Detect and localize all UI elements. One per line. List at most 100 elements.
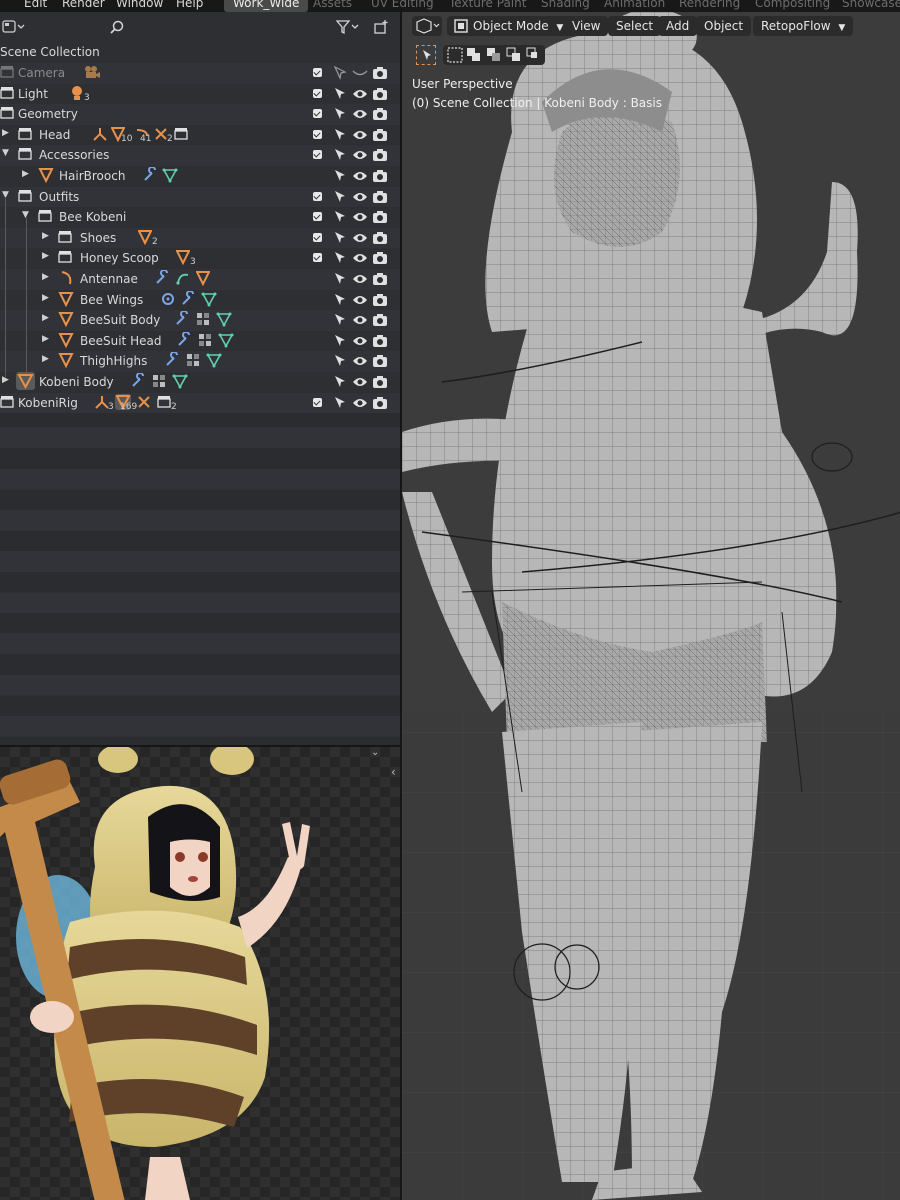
select-arrow-icon[interactable] xyxy=(333,169,347,186)
outliner-row-outfits[interactable]: ▼ Outfits xyxy=(0,186,400,208)
outliner-row-light[interactable]: Light 3 xyxy=(0,84,400,105)
outliner-row-bee-wings[interactable]: ▶ Bee Wings xyxy=(0,289,400,311)
exclude-checkbox[interactable] xyxy=(313,397,322,407)
eye-icon[interactable] xyxy=(352,335,368,350)
tab-animation[interactable]: Animation xyxy=(604,0,665,10)
exclude-checkbox[interactable] xyxy=(313,68,322,77)
eye-icon[interactable] xyxy=(352,191,368,206)
select-arrow-icon[interactable] xyxy=(333,128,347,145)
new-collection-icon[interactable] xyxy=(373,19,389,38)
tab-showcase[interactable]: Showcase xyxy=(842,0,900,10)
menu-render[interactable]: Render xyxy=(62,0,105,10)
search-icon[interactable] xyxy=(109,20,125,39)
outliner-row-head[interactable]: ▶ Head 10 41 2 xyxy=(0,125,400,146)
menu-object[interactable]: Object xyxy=(696,16,752,36)
render-camera-icon[interactable] xyxy=(372,148,388,165)
eye-icon[interactable] xyxy=(352,108,368,123)
render-camera-icon[interactable] xyxy=(372,272,388,289)
tab-assets[interactable]: Assets xyxy=(313,0,352,10)
tab-uv-editing[interactable]: UV Editing xyxy=(371,0,434,10)
tab-shading[interactable]: Shading xyxy=(541,0,590,10)
eye-icon[interactable] xyxy=(352,149,368,164)
select-arrow-icon[interactable] xyxy=(333,251,347,268)
outliner-row-beesuit-body[interactable]: ▶ BeeSuit Body xyxy=(0,310,400,331)
outliner-row-bee-kobeni[interactable]: ▼ Bee Kobeni xyxy=(0,207,400,228)
render-camera-icon[interactable] xyxy=(372,87,388,104)
tab-work-wide[interactable]: Work_Wide xyxy=(224,0,309,12)
select-arrow-icon[interactable] xyxy=(333,231,347,248)
select-arrow-icon[interactable] xyxy=(333,148,347,165)
eye-icon[interactable] xyxy=(352,294,368,309)
menu-help[interactable]: Help xyxy=(176,0,203,10)
editor-type-3d-icon[interactable] xyxy=(412,16,442,36)
exclude-checkbox[interactable] xyxy=(313,232,322,242)
render-camera-icon[interactable] xyxy=(372,231,388,248)
render-camera-icon[interactable] xyxy=(372,128,388,145)
scene-collection-row[interactable]: Scene Collection xyxy=(0,42,400,63)
select-arrow-icon[interactable] xyxy=(333,107,347,124)
outliner-row-honey-scoop[interactable]: ▶ Honey Scoop 3 xyxy=(0,248,400,269)
menu-add[interactable]: Add xyxy=(658,16,698,36)
eye-closed-icon[interactable] xyxy=(352,67,368,82)
eye-icon[interactable] xyxy=(352,314,368,329)
expand-arrow-icon[interactable]: ▶ xyxy=(2,128,12,138)
sidebar-toggle-icon[interactable]: ‹ xyxy=(391,765,396,779)
eye-icon[interactable] xyxy=(352,129,368,144)
eye-icon[interactable] xyxy=(352,211,368,226)
select-arrow-icon[interactable] xyxy=(333,87,347,104)
select-arrow-icon[interactable] xyxy=(333,272,347,289)
expand-arrow-icon[interactable]: ▶ xyxy=(22,169,32,179)
render-camera-icon[interactable] xyxy=(372,169,388,186)
outliner-row-camera[interactable]: Camera xyxy=(0,63,400,84)
render-camera-icon[interactable] xyxy=(372,190,388,207)
eye-icon[interactable] xyxy=(352,252,368,267)
eye-icon[interactable] xyxy=(352,376,368,391)
select-arrow-icon[interactable] xyxy=(333,313,347,330)
exclude-checkbox[interactable] xyxy=(313,88,322,98)
outliner-row-beesuit-head[interactable]: ▶ BeeSuit Head xyxy=(0,330,400,352)
select-arrow-icon[interactable] xyxy=(333,293,347,310)
preview-collapse-icon[interactable]: ⌄ xyxy=(371,747,379,758)
render-camera-icon[interactable] xyxy=(372,396,388,413)
expand-arrow-icon[interactable]: ▶ xyxy=(42,231,52,241)
object-mode-dropdown[interactable]: Object Mode ▼ xyxy=(447,16,572,36)
select-arrow-icon[interactable] xyxy=(333,396,347,413)
select-arrow-icon[interactable] xyxy=(333,334,347,351)
tab-rendering[interactable]: Rendering xyxy=(679,0,740,10)
render-camera-icon[interactable] xyxy=(372,375,388,392)
outliner-row-kobeni-body[interactable]: ▶ Kobeni Body xyxy=(0,372,400,393)
tab-compositing[interactable]: Compositing xyxy=(755,0,830,10)
outliner-row-thighhighs[interactable]: ▶ ThighHighs xyxy=(0,351,400,372)
render-camera-icon[interactable] xyxy=(372,354,388,371)
retopoflow-dropdown[interactable]: RetopoFlow ▼ xyxy=(753,16,854,36)
render-camera-icon[interactable] xyxy=(372,107,388,124)
outliner-row-accessories[interactable]: ▼ Accessories xyxy=(0,145,400,166)
eye-icon[interactable] xyxy=(352,232,368,247)
expand-arrow-icon[interactable]: ▶ xyxy=(42,293,52,303)
collapse-arrow-icon[interactable]: ▼ xyxy=(2,148,12,158)
expand-arrow-icon[interactable]: ▶ xyxy=(42,272,52,282)
exclude-checkbox[interactable] xyxy=(313,150,322,160)
render-camera-icon[interactable] xyxy=(372,66,388,83)
3d-viewport[interactable]: Object Mode ▼ View Select Add Object Ret… xyxy=(402,12,900,1200)
eye-icon[interactable] xyxy=(352,273,368,288)
select-arrow-icon[interactable] xyxy=(333,354,347,371)
render-camera-icon[interactable] xyxy=(372,313,388,330)
exclude-checkbox[interactable] xyxy=(313,129,322,139)
render-camera-icon[interactable] xyxy=(372,251,388,268)
menu-view[interactable]: View xyxy=(564,16,609,36)
menu-select[interactable]: Select xyxy=(608,16,662,36)
outliner-row-hairbrooch[interactable]: ▶ HairBrooch xyxy=(0,166,400,187)
exclude-checkbox[interactable] xyxy=(313,253,322,263)
eye-icon[interactable] xyxy=(352,397,368,412)
expand-arrow-icon[interactable]: ▶ xyxy=(2,375,12,385)
outliner-row-kobenirig[interactable]: KobeniRig 3 169 2 xyxy=(0,392,400,414)
render-camera-icon[interactable] xyxy=(372,293,388,310)
eye-icon[interactable] xyxy=(352,170,368,185)
expand-arrow-icon[interactable]: ▶ xyxy=(42,334,52,344)
expand-arrow-icon[interactable]: ▶ xyxy=(42,354,52,364)
exclude-checkbox[interactable] xyxy=(313,191,322,201)
exclude-checkbox[interactable] xyxy=(313,109,322,119)
outliner-row-geometry[interactable]: Geometry xyxy=(0,104,400,125)
select-arrow-icon[interactable] xyxy=(333,375,347,392)
